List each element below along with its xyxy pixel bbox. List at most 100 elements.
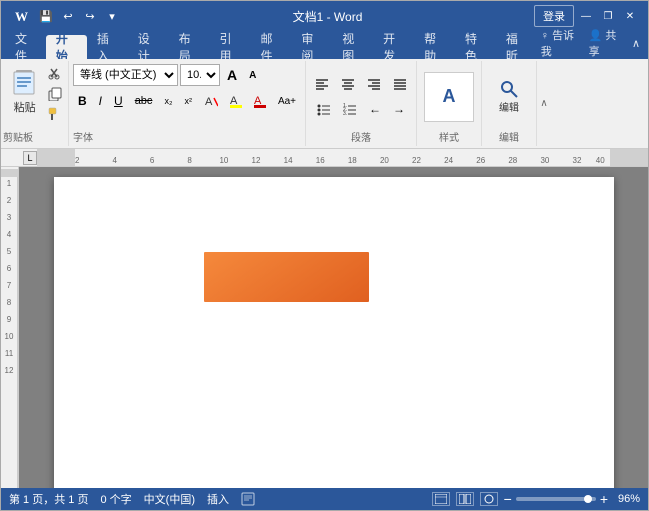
ribbon-collapse-arrow[interactable]: ∧ — [537, 61, 551, 146]
word-count: 0 个字 — [100, 491, 131, 507]
ruler-track: 2 4 6 8 10 12 14 16 18 20 22 24 26 28 30… — [37, 149, 648, 167]
language: 中文(中国) — [144, 491, 195, 507]
highlight-button[interactable]: A — [249, 90, 271, 112]
tab-mailing[interactable]: 邮件 — [250, 35, 291, 59]
page-info: 第 1 页，共 1 页 — [9, 491, 88, 507]
tab-layout[interactable]: 布局 — [169, 35, 210, 59]
bullets[interactable] — [312, 98, 336, 120]
input-mode: 插入 — [207, 491, 229, 507]
font-row-1: 等线 (中文正文) 10.5 A A — [73, 64, 301, 86]
orange-rectangle[interactable] — [204, 252, 369, 302]
horizontal-ruler: L 2 4 6 8 10 12 14 16 18 2 — [1, 149, 648, 167]
font-color-button[interactable]: A — [225, 90, 247, 112]
styles-label: 样式 — [439, 129, 459, 144]
tab-references[interactable]: 引用 — [210, 35, 251, 59]
word-icon: W — [9, 4, 33, 28]
subscript-button[interactable]: x₂ — [159, 90, 177, 112]
status-bar: 第 1 页，共 1 页 0 个字 中文(中国) 插入 − — [1, 488, 648, 510]
styles-group: A 样式 — [417, 61, 482, 146]
find-button[interactable]: 编辑 — [494, 74, 524, 119]
align-left[interactable] — [310, 73, 334, 95]
document-page — [54, 177, 614, 488]
aa-button[interactable]: Aa+ — [273, 90, 301, 112]
editing-label: 编辑 — [499, 129, 519, 144]
indent-decrease[interactable]: ← — [364, 98, 386, 120]
copy-button[interactable] — [46, 85, 64, 103]
tab-insert[interactable]: 插入 — [87, 35, 128, 59]
vertical-ruler: 1 2 3 4 5 6 7 8 9 10 11 12 — [1, 167, 19, 488]
font-size-decrease[interactable]: A — [244, 64, 261, 86]
align-right[interactable] — [362, 73, 386, 95]
clipboard-group: 粘贴 剪贴板 — [1, 61, 69, 146]
svg-text:3.: 3. — [343, 111, 347, 116]
editing-group: 编辑 编辑 — [482, 61, 537, 146]
zoom-value: 96% — [612, 493, 640, 505]
justify[interactable] — [388, 73, 412, 95]
font-row-2: B I U abc x₂ x² A A A Aa+ — [73, 90, 301, 112]
cut-button[interactable] — [46, 65, 64, 83]
view-normal[interactable] — [432, 492, 450, 506]
save-icon[interactable]: 💾 — [37, 7, 55, 25]
undo-icon[interactable]: ↩ — [59, 7, 77, 25]
superscript-button[interactable]: x² — [179, 90, 197, 112]
ribbon-toolbar: 粘贴 剪贴板 等线 (中文 — [1, 59, 648, 149]
redo-icon[interactable]: ↪ — [81, 7, 99, 25]
title-left: W 💾 ↩ ↪ ▾ — [9, 4, 121, 28]
format-painter-button[interactable] — [46, 105, 64, 123]
ribbon-right: ♀ 告诉我 👤 共享 ∧ — [537, 27, 648, 59]
clipboard-label: 剪贴板 — [3, 129, 33, 144]
tab-home[interactable]: 开始 — [46, 35, 87, 59]
font-size-increase[interactable]: A — [222, 64, 242, 86]
styles-icon[interactable]: A — [424, 72, 474, 122]
paragraph-label: 段落 — [351, 129, 371, 144]
font-size-select[interactable]: 10.5 — [180, 64, 220, 86]
zoom-in-button[interactable]: + — [600, 492, 608, 506]
strikethrough-button[interactable]: abc — [130, 90, 158, 112]
tab-view[interactable]: 视图 — [332, 35, 373, 59]
zoom-out-button[interactable]: − — [504, 492, 512, 506]
svg-text:W: W — [15, 9, 28, 24]
zoom-slider[interactable] — [516, 497, 596, 501]
view-web[interactable] — [480, 492, 498, 506]
document-title: 文档1 - Word — [121, 8, 534, 25]
numbering[interactable]: 1.2.3. — [338, 98, 362, 120]
paste-label: 粘贴 — [14, 99, 36, 115]
tab-review[interactable]: 审阅 — [291, 35, 332, 59]
align-center[interactable] — [336, 73, 360, 95]
share[interactable]: 👤 共享 — [585, 27, 624, 59]
underline-button[interactable]: U — [109, 90, 128, 112]
tab-design[interactable]: 设计 — [128, 35, 169, 59]
restore-button[interactable]: ❐ — [598, 6, 618, 26]
document-scroll-area[interactable] — [19, 167, 648, 488]
tab-dev[interactable]: 开发 — [373, 35, 414, 59]
view-read[interactable] — [456, 492, 474, 506]
tab-foxit[interactable]: 福昕 — [496, 35, 537, 59]
ruler-corner[interactable]: L — [23, 151, 37, 165]
login-button[interactable]: 登录 — [534, 5, 574, 27]
bold-button[interactable]: B — [73, 90, 92, 112]
font-name-select[interactable]: 等线 (中文正文) — [73, 64, 178, 86]
tab-file[interactable]: 文件 — [5, 35, 46, 59]
tab-help[interactable]: 帮助 — [414, 35, 455, 59]
font-label: 字体 — [73, 129, 93, 144]
page-icon — [241, 492, 255, 506]
app-window: W 💾 ↩ ↪ ▾ 文档1 - Word 登录 — ❐ ✕ 文件 开始 插入 设… — [0, 0, 649, 511]
clear-format-button[interactable]: A — [199, 90, 223, 112]
customize-icon[interactable]: ▾ — [103, 7, 121, 25]
font-group: 等线 (中文正文) 10.5 A A B I U abc x₂ x² — [69, 61, 306, 146]
zoom-controls: − + 96% — [504, 492, 640, 506]
ribbon-collapse[interactable]: ∧ — [628, 37, 644, 50]
title-right: 登录 — ❐ ✕ — [534, 5, 640, 27]
paragraph-group: 1.2.3. ← → 段落 — [306, 61, 417, 146]
ribbon-tabs: 文件 开始 插入 设计 布局 引用 邮件 审阅 视图 开发 帮助 特色 福昕 ♀… — [1, 31, 648, 59]
clipboard-right — [46, 63, 66, 144]
minimize-button[interactable]: — — [576, 6, 596, 26]
close-button[interactable]: ✕ — [620, 6, 640, 26]
status-right: − + 96% — [432, 492, 640, 506]
tab-special[interactable]: 特色 — [455, 35, 496, 59]
svg-text:A: A — [205, 96, 213, 108]
content-area: 1 2 3 4 5 6 7 8 9 10 11 12 — [1, 167, 648, 488]
italic-button[interactable]: I — [94, 90, 107, 112]
tell-me[interactable]: ♀ 告诉我 — [537, 27, 581, 59]
indent-increase[interactable]: → — [388, 98, 410, 120]
